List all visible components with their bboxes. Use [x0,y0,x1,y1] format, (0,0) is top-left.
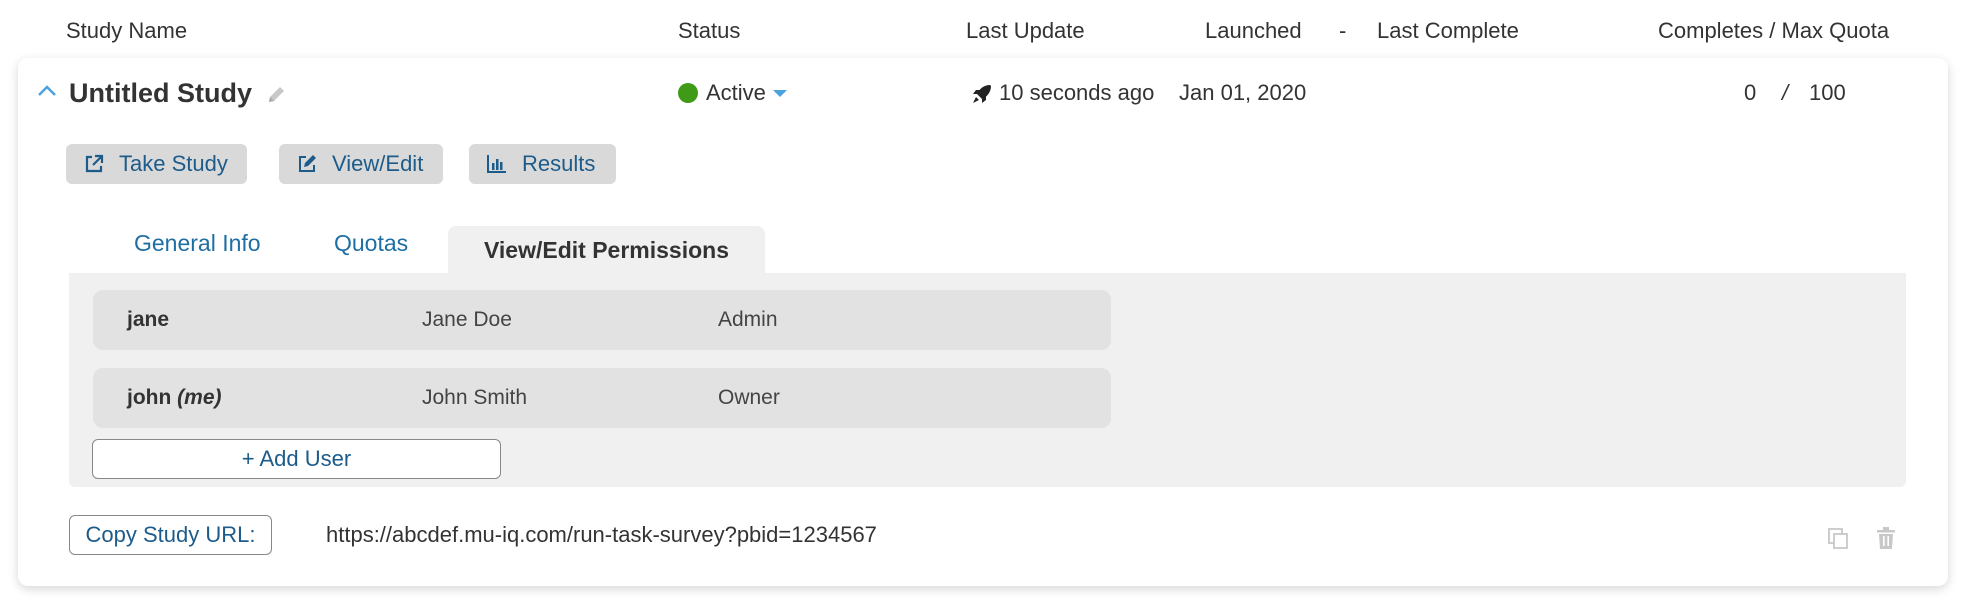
view-edit-label: View/Edit [332,151,424,176]
column-header-last-update: Last Update [966,18,1085,43]
take-study-label: Take Study [119,151,228,176]
rocket-icon [970,82,994,106]
copy-study-url-button[interactable]: Copy Study URL: [69,515,272,555]
permission-username: jane [127,308,170,331]
results-label: Results [522,151,596,176]
permission-row: jane Jane Doe Admin [93,290,1111,350]
permission-full-name: John Smith [422,386,528,409]
permission-role: Admin [718,308,778,331]
permission-row: john (me) John Smith Owner [93,368,1111,428]
column-header-status: Status [678,18,741,43]
launched-date: Jan 01, 2020 [1179,80,1307,105]
external-link-icon [85,154,104,173]
completes-count: 0 [1744,80,1757,105]
permission-username-text: john [127,386,172,409]
bar-chart-icon [487,155,506,173]
trash-icon[interactable] [1875,526,1897,550]
column-header-dash: - [1339,18,1347,43]
tab-quotas[interactable]: Quotas [334,230,408,257]
chevron-up-icon[interactable] [36,80,58,102]
take-study-button[interactable]: Take Study [66,144,247,184]
permission-username: john (me) [127,386,222,410]
max-quota-value: 100 [1809,80,1846,105]
view-edit-button[interactable]: View/Edit [279,144,443,184]
column-header-launched: Launched [1205,18,1302,43]
status-indicator-dot [678,83,698,103]
current-user-marker: (me) [177,386,222,409]
copy-icon[interactable] [1826,526,1850,550]
study-title: Untitled Study [69,78,252,108]
status-label[interactable]: Active [706,80,766,106]
permission-full-name: Jane Doe [422,308,512,331]
tab-general-info[interactable]: General Info [134,230,261,257]
edit-icon [299,155,316,172]
pencil-icon[interactable] [265,84,287,106]
permission-role: Owner [718,386,780,409]
column-header-last-complete: Last Complete [1377,18,1519,43]
add-user-button[interactable]: + Add User [92,439,501,479]
tab-view-edit-permissions[interactable]: View/Edit Permissions [448,226,765,274]
column-header-completes-max-quota: Completes / Max Quota [1658,18,1890,43]
results-button[interactable]: Results [469,144,616,184]
quota-separator: / [1782,80,1789,105]
column-header-study-name: Study Name [66,18,188,43]
study-url: https://abcdef.mu-iq.com/run-task-survey… [326,522,877,547]
caret-down-icon[interactable] [773,90,787,97]
last-update-value: 10 seconds ago [999,80,1155,105]
